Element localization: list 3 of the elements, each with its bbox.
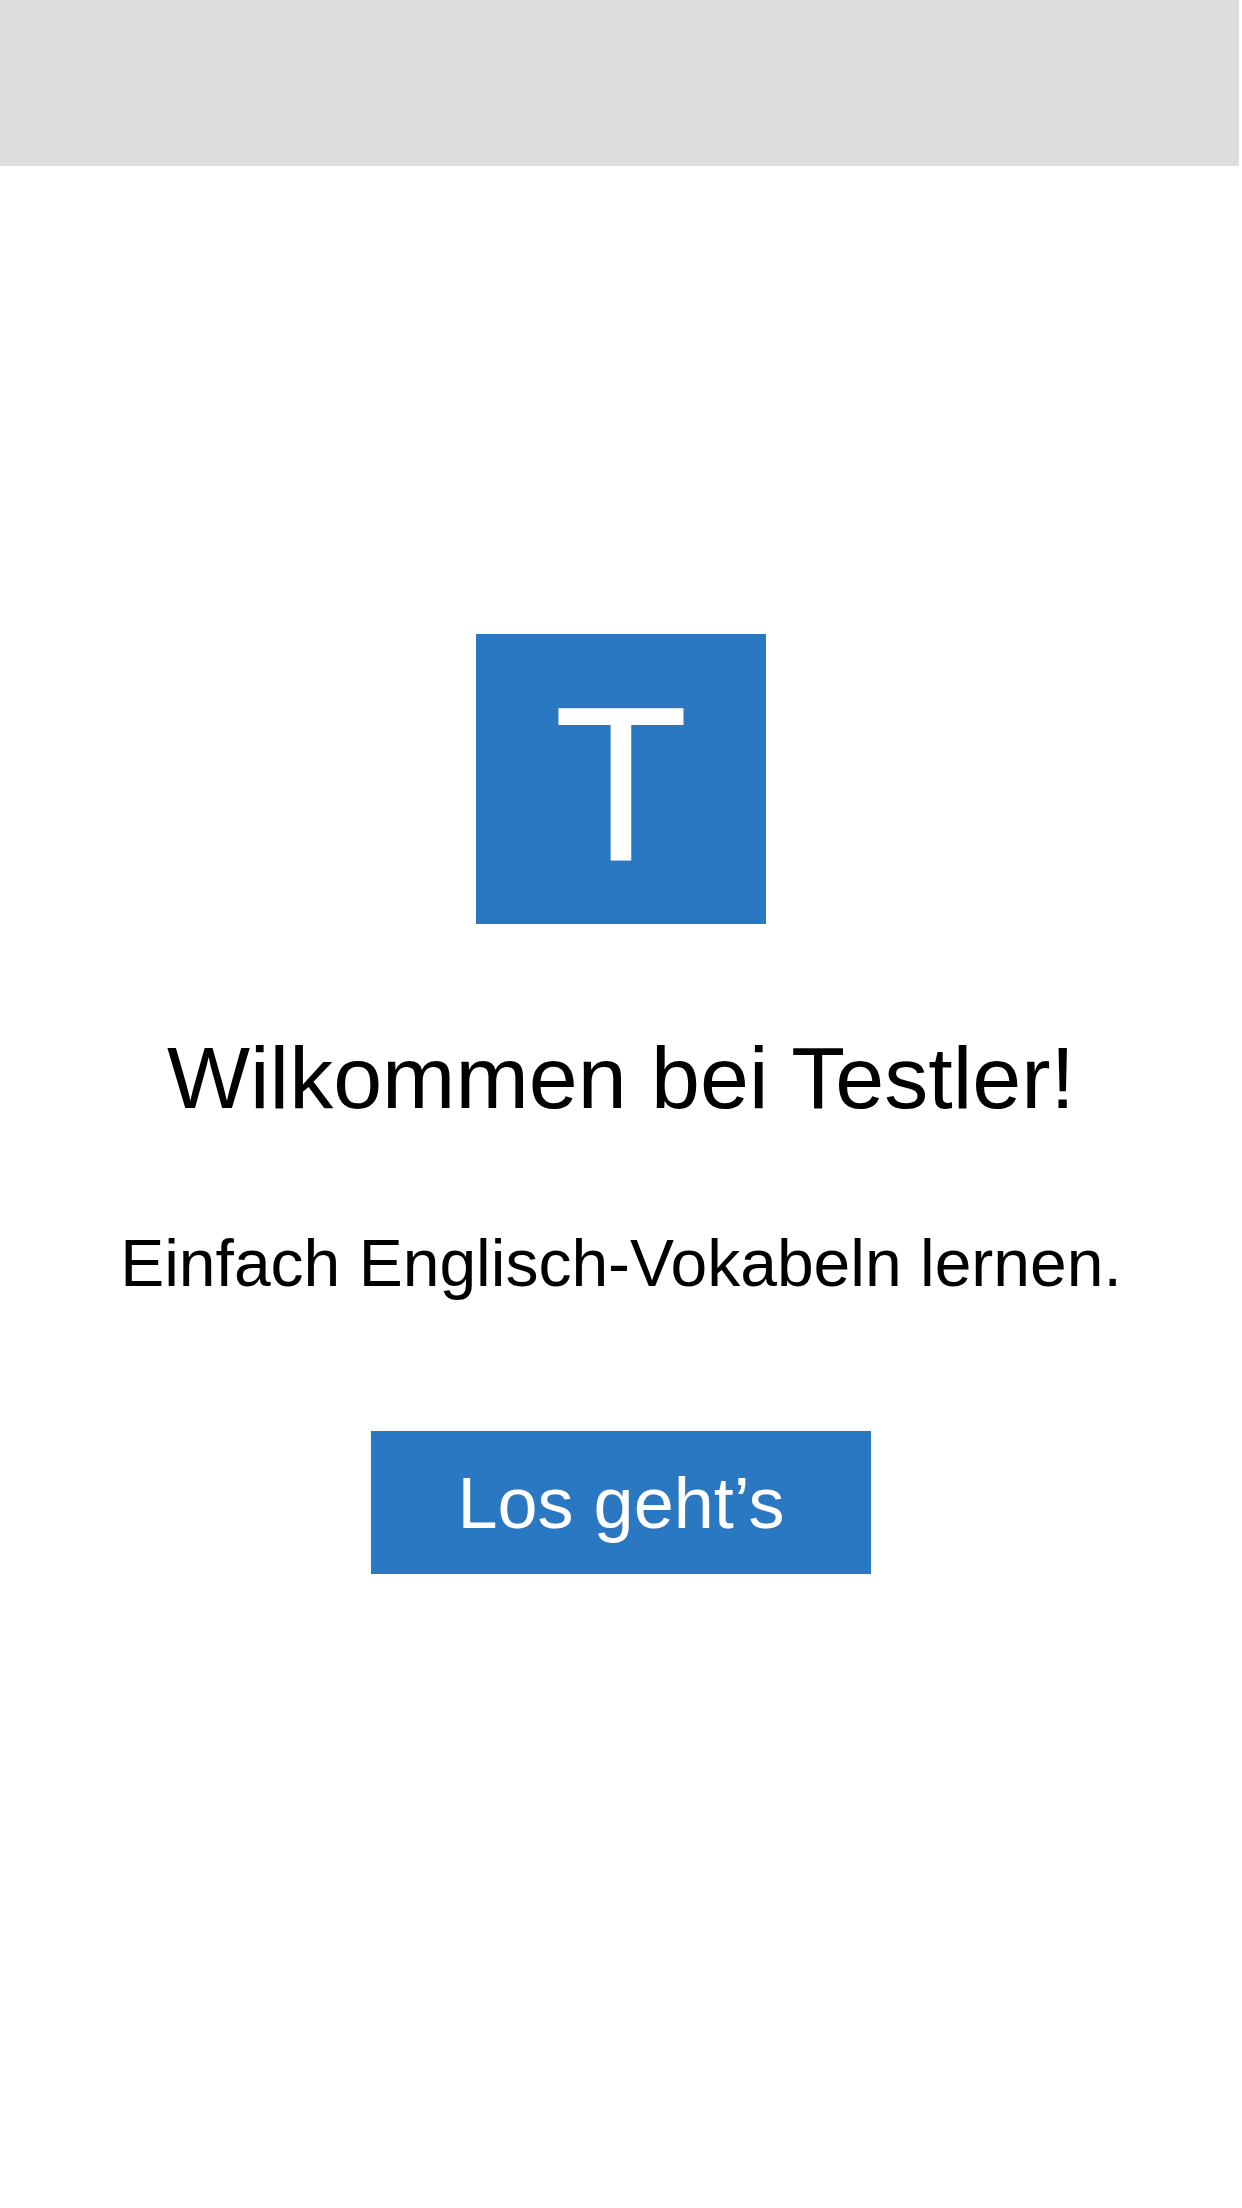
app-logo: T [476, 634, 766, 924]
welcome-heading: Wilkommen bei Testler! [167, 1034, 1075, 1122]
start-button[interactable]: Los geht’s [371, 1431, 871, 1574]
